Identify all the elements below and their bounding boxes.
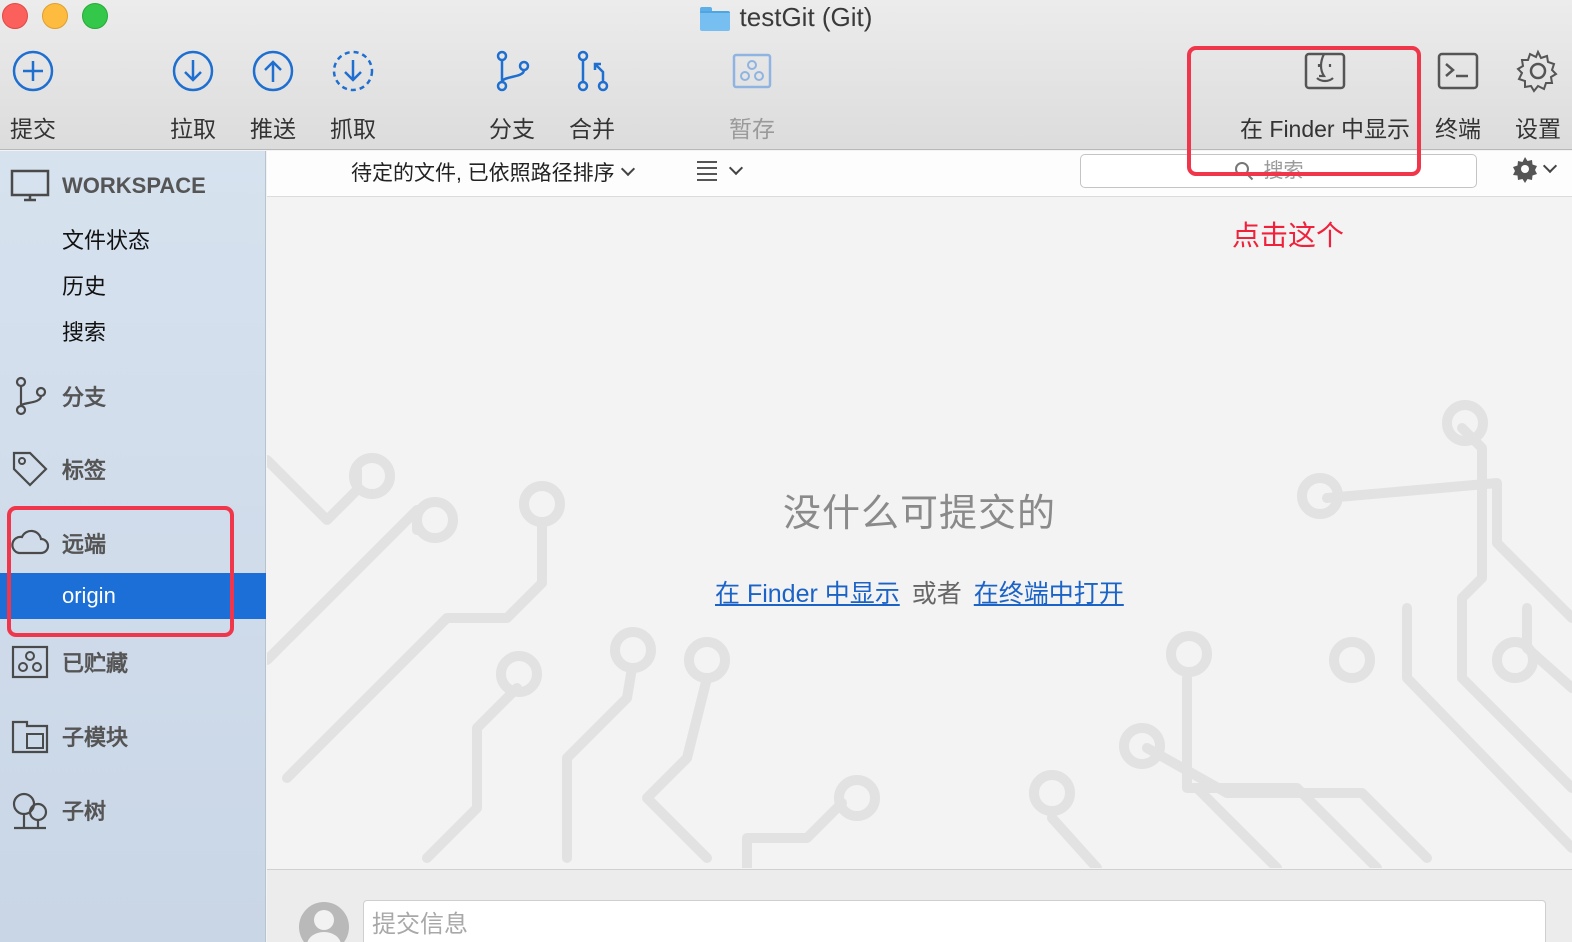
sidebar-item-tags[interactable]: 标签 — [0, 446, 266, 492]
pull-button[interactable]: 拉取 — [170, 48, 216, 144]
sidebar-item-origin[interactable]: origin — [0, 573, 266, 619]
push-label: 推送 — [250, 116, 296, 142]
sidebar-item-label: 标签 — [62, 458, 107, 483]
stash-icon — [732, 53, 772, 89]
sidebar: WORKSPACE 文件状态 历史 搜索 分支 标签 远端 origin 已贮藏… — [0, 151, 266, 942]
chevron-down-icon — [620, 161, 635, 177]
branch-label: 分支 — [489, 116, 535, 142]
search-input[interactable] — [1263, 159, 1324, 183]
arrow-up-circle-icon — [252, 50, 294, 92]
sidebar-item-branches[interactable]: 分支 — [0, 373, 266, 419]
sort-dropdown[interactable]: 待定的文件, 已依照路径排序 — [351, 157, 635, 187]
chevron-down-icon — [728, 160, 744, 176]
commit-label: 提交 — [10, 116, 56, 142]
window-title-text: testGit (Git) — [739, 1, 873, 32]
window-title: testGit (Git) — [0, 2, 1572, 32]
sidebar-item-search[interactable]: 搜索 — [62, 315, 106, 347]
sidebar-item-label: 子模块 — [62, 725, 129, 750]
sidebar-item-history[interactable]: 历史 — [62, 269, 106, 301]
terminal-button[interactable]: 终端 — [1435, 48, 1481, 144]
sidebar-item-label: 子树 — [62, 799, 107, 824]
fetch-label: 抓取 — [330, 116, 376, 142]
pull-label: 拉取 — [170, 116, 216, 142]
search-field[interactable] — [1080, 154, 1477, 188]
push-button[interactable]: 推送 — [250, 48, 296, 144]
merge-button[interactable]: 合并 — [569, 48, 615, 144]
monitor-icon — [8, 164, 52, 208]
finder-icon — [1304, 52, 1346, 90]
chevron-down-icon — [1542, 158, 1558, 174]
branch-button[interactable]: 分支 — [489, 48, 535, 144]
tree-icon — [8, 788, 52, 832]
filter-bar: 待定的文件, 已依照路径排序 — [267, 151, 1572, 197]
commit-message-input[interactable] — [363, 900, 1546, 942]
toolbar: testGit (Git) 提交 拉取 推送 抓取 分支 合并 暂存 在 Fin… — [0, 0, 1572, 150]
sidebar-item-remotes[interactable]: 远端 — [0, 520, 266, 566]
avatar — [299, 902, 349, 942]
cloud-icon — [8, 521, 52, 565]
sort-dropdown-label: 待定的文件, 已依照路径排序 — [351, 162, 615, 185]
options-dropdown[interactable] — [1511, 155, 1558, 183]
show-in-finder-button[interactable]: 在 Finder 中显示 — [1240, 48, 1410, 144]
view-mode-dropdown[interactable] — [697, 160, 744, 181]
sidebar-item-label: origin — [62, 583, 116, 608]
list-icon — [697, 161, 717, 181]
open-in-terminal-link[interactable]: 在终端中打开 — [974, 580, 1124, 608]
sidebar-item-label: 远端 — [62, 532, 107, 557]
merge-icon — [577, 50, 609, 92]
sidebar-item-label: 已贮藏 — [62, 651, 129, 676]
arrow-down-circle-icon — [172, 50, 214, 92]
submodule-icon — [8, 714, 52, 758]
plus-circle-icon — [12, 50, 54, 92]
sidebar-item-submodules[interactable]: 子模块 — [0, 713, 266, 759]
annotation-text: 点击这个 — [1232, 220, 1345, 251]
sidebar-item-file-status[interactable]: 文件状态 — [62, 223, 150, 255]
stash-button[interactable]: 暂存 — [729, 48, 775, 144]
or-text: 或者 — [911, 580, 962, 608]
empty-state-message: 没什么可提交的 — [782, 493, 1056, 535]
tag-icon — [8, 447, 52, 491]
sidebar-item-label: WORKSPACE — [62, 173, 206, 198]
sidebar-item-label: 分支 — [62, 385, 107, 410]
show-in-finder-label: 在 Finder 中显示 — [1240, 116, 1410, 142]
file-list-area: 没什么可提交的 在 Finder 中显示 或者 在终端中打开 — [267, 198, 1572, 868]
merge-label: 合并 — [569, 116, 615, 142]
settings-label: 设置 — [1515, 116, 1561, 142]
gear-icon — [1516, 49, 1558, 93]
settings-button[interactable]: 设置 — [1515, 48, 1561, 144]
terminal-label: 终端 — [1435, 116, 1481, 142]
commit-area — [267, 869, 1572, 942]
terminal-icon — [1437, 52, 1479, 90]
fetch-button[interactable]: 抓取 — [330, 48, 376, 144]
fetch-dashed-circle-icon — [332, 50, 374, 92]
sidebar-item-stashes[interactable]: 已贮藏 — [0, 639, 266, 685]
branch-icon — [496, 50, 530, 92]
sidebar-item-workspace[interactable]: WORKSPACE — [0, 163, 266, 209]
stash-label: 暂存 — [729, 116, 775, 142]
commit-button[interactable]: 提交 — [10, 48, 56, 144]
gear-icon — [1513, 157, 1537, 183]
empty-state-links: 在 Finder 中显示 或者 在终端中打开 — [715, 574, 1124, 610]
folder-icon — [699, 7, 730, 31]
sidebar-item-subtrees[interactable]: 子树 — [0, 787, 266, 833]
stash-icon — [8, 640, 52, 684]
branch-icon — [8, 374, 52, 418]
search-icon — [1234, 162, 1253, 181]
show-in-finder-link[interactable]: 在 Finder 中显示 — [715, 580, 900, 608]
